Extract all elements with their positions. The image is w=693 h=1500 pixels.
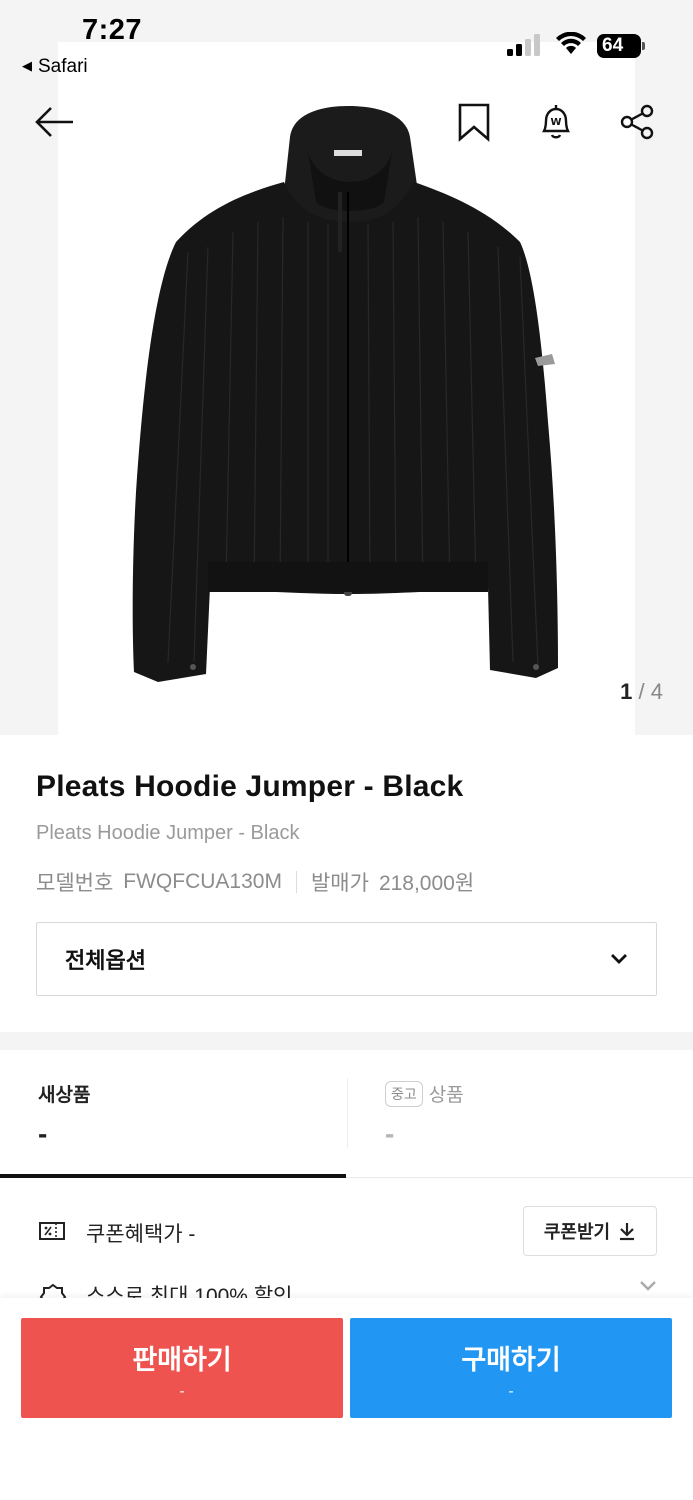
battery-indicator: 64 <box>597 34 645 58</box>
cellular-signal-icon <box>507 34 540 56</box>
chevron-down-icon <box>611 954 627 964</box>
coupon-icon <box>39 1222 65 1240</box>
product-meta: 모델번호 FWQFCUA130M 발매가 218,000원 <box>36 867 657 897</box>
share-button[interactable] <box>615 100 659 144</box>
product-image-gallery[interactable]: 7:27 ◀ Safari 64 W 1 / 4 <box>0 0 693 735</box>
used-badge: 중고 <box>385 1080 423 1107</box>
tab-new-title: 새상품 <box>38 1085 91 1106</box>
section-divider <box>0 1032 693 1050</box>
release-price-value: 218,000원 <box>378 872 475 895</box>
hoodie-jacket-illustration <box>132 106 559 682</box>
sell-button[interactable]: 판매하기 - <box>21 1318 343 1418</box>
coupon-row: 쿠폰혜택가 - 쿠폰받기 <box>0 1206 693 1258</box>
option-select-value: 전체옵션 <box>65 948 146 973</box>
model-number-label: 모델번호 <box>36 872 114 895</box>
back-button[interactable] <box>32 100 76 144</box>
sell-button-label: 판매하기 <box>132 1345 232 1375</box>
download-icon <box>620 1223 635 1241</box>
option-select[interactable]: 전체옵션 <box>36 922 657 996</box>
product-title: Pleats Hoodie Jumper - Black <box>36 770 464 803</box>
buy-button[interactable]: 구매하기 - <box>350 1318 672 1418</box>
tab-used-title-wrap: 중고 상품 <box>385 1080 464 1107</box>
points-discount-row[interactable]: 스스로 최대 100% 할인 <box>0 1278 693 1300</box>
product-info: Pleats Hoodie Jumper - Black Pleats Hood… <box>36 770 657 897</box>
image-counter-current: 1 <box>620 679 633 704</box>
product-subtitle: Pleats Hoodie Jumper - Black <box>36 822 300 844</box>
svg-text:W: W <box>550 117 561 128</box>
tab-used-title: 상품 <box>428 1085 464 1106</box>
get-coupon-button[interactable]: 쿠폰받기 <box>523 1206 657 1256</box>
price-tabs: 새상품 - 중고 상품 - <box>0 1050 693 1178</box>
battery-cap <box>642 42 645 50</box>
back-triangle-icon: ◀ <box>22 58 32 73</box>
bookmark-icon <box>458 103 490 142</box>
points-discount-label: 스스로 최대 100% 할인 <box>86 1285 293 1300</box>
image-counter-total: 4 <box>650 679 663 704</box>
back-to-safari[interactable]: ◀ Safari <box>22 56 88 78</box>
sell-button-price: - <box>179 1383 185 1400</box>
buy-button-label: 구매하기 <box>461 1345 561 1375</box>
status-bar: 7:27 ◀ Safari 64 <box>0 0 693 86</box>
bookmark-button[interactable] <box>452 100 496 144</box>
tab-used-price: - <box>385 1118 395 1149</box>
image-counter: 1 / 4 <box>620 679 663 705</box>
active-tab-indicator <box>0 1174 346 1178</box>
wifi-icon <box>556 32 586 54</box>
release-price-label: 발매가 <box>310 872 369 895</box>
back-app-label: Safari <box>38 56 88 77</box>
get-coupon-label: 쿠폰받기 <box>543 1222 611 1242</box>
price-alert-button[interactable]: W <box>534 100 578 144</box>
back-arrow-icon <box>35 107 73 137</box>
buy-button-price: - <box>508 1383 514 1400</box>
share-icon <box>620 104 654 140</box>
tab-new-price: - <box>38 1118 48 1149</box>
product-image[interactable] <box>58 42 635 735</box>
model-number-value: FWQFCUA130M <box>123 870 282 893</box>
image-counter-separator: / <box>638 679 645 704</box>
meta-divider <box>295 871 297 893</box>
battery-level: 64 <box>597 34 641 58</box>
price-alert-icon: W <box>542 105 570 139</box>
tab-new-product[interactable]: 새상품 - <box>0 1050 346 1178</box>
bottom-action-bar: 판매하기 - 구매하기 - <box>0 1298 693 1500</box>
chevron-down-icon <box>640 1281 656 1291</box>
status-time: 7:27 <box>82 14 143 46</box>
tab-used-product[interactable]: 중고 상품 - <box>347 1050 693 1178</box>
coupon-price-label: 쿠폰혜택가 - <box>86 1223 196 1246</box>
